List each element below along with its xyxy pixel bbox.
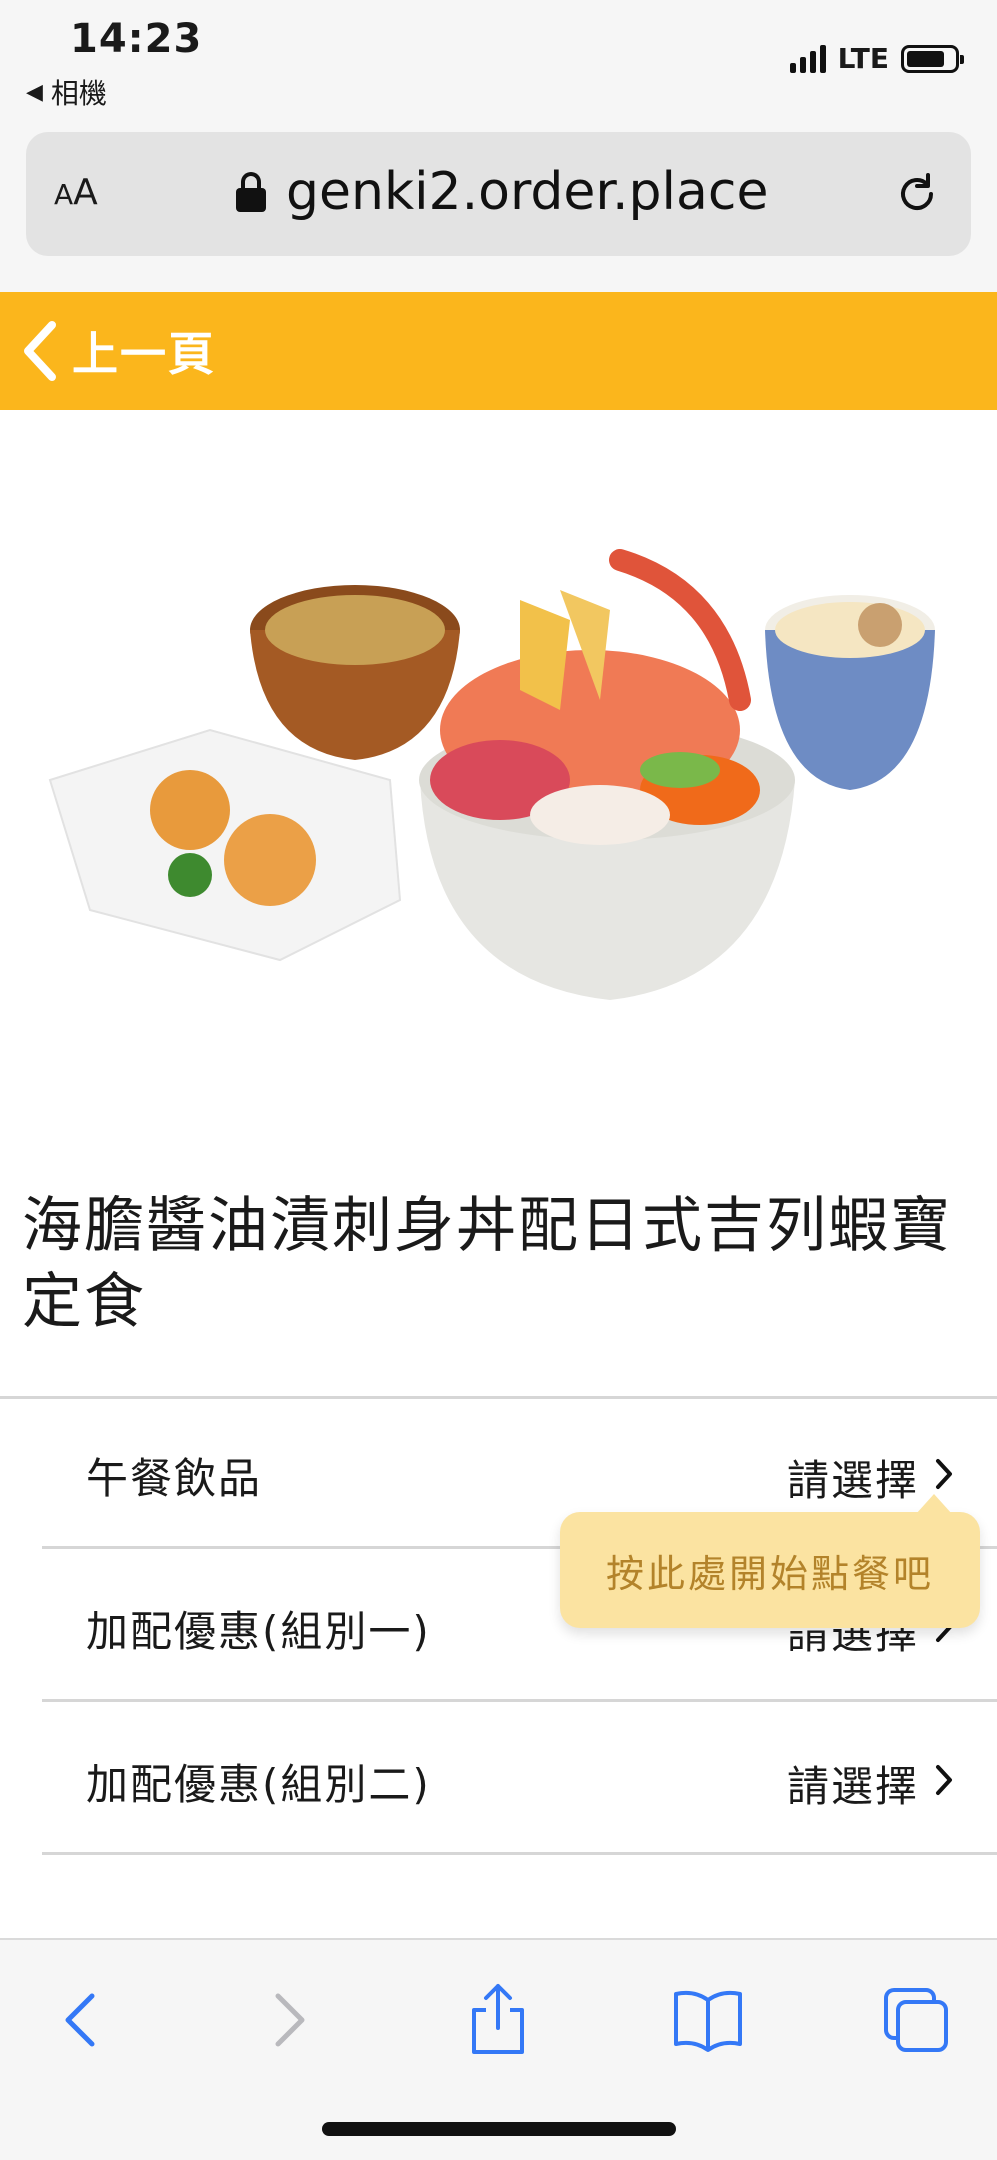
tabs-icon[interactable] (876, 1980, 956, 2060)
lock-icon (236, 172, 266, 212)
status-time: 14:23 (70, 16, 203, 62)
url-text: genki2.order.place (286, 162, 769, 222)
chevron-right-icon (936, 1765, 952, 1795)
forward-icon[interactable] (248, 1980, 328, 2060)
home-indicator (322, 2122, 676, 2136)
back-app-label: 相機 (50, 77, 107, 110)
back-to-app-link[interactable]: ◀ 相機 (26, 72, 107, 112)
option-label: 加配優惠(組別一) (86, 1607, 431, 1656)
back-icon[interactable] (42, 1980, 122, 2060)
battery-icon (901, 44, 964, 73)
option-select-text: 請選擇 (786, 1456, 919, 1505)
signal-icon (789, 44, 826, 73)
option-row-addon-group-2[interactable]: 加配優惠(組別二) 請選擇 (42, 1705, 997, 1855)
reload-icon[interactable] (893, 170, 941, 218)
browser-top-chrome: 14:23 ◀ 相機 LTE AA genki2.order.place (0, 0, 997, 292)
share-icon[interactable] (458, 1980, 538, 2060)
tooltip-text: 按此處開始點餐吧 (605, 1551, 934, 1596)
chevron-left-icon (24, 321, 56, 381)
chevron-right-icon (936, 1459, 952, 1489)
option-label: 加配優惠(組別二) (86, 1760, 431, 1809)
product-title: 海膽醬油漬刺身丼配日式吉列蝦寶定食 (22, 1191, 952, 1337)
network-type: LTE (837, 42, 889, 75)
address-bar[interactable]: AA genki2.order.place (26, 132, 971, 256)
back-triangle-icon: ◀ (26, 79, 43, 105)
option-label: 午餐飲品 (86, 1454, 263, 1503)
url-display[interactable]: genki2.order.place (236, 162, 768, 222)
status-indicators: LTE (789, 42, 964, 75)
option-select-text: 請選擇 (786, 1762, 919, 1811)
previous-page-button[interactable]: 上一頁 (20, 318, 216, 384)
text-size-button[interactable]: AA (54, 172, 98, 213)
product-image (48, 549, 935, 1000)
previous-page-label: 上一頁 (72, 327, 216, 381)
bookmarks-icon[interactable] (668, 1980, 748, 2060)
app-header: 上一頁 (0, 292, 997, 410)
start-order-tooltip[interactable]: 按此處開始點餐吧 (560, 1494, 980, 1628)
